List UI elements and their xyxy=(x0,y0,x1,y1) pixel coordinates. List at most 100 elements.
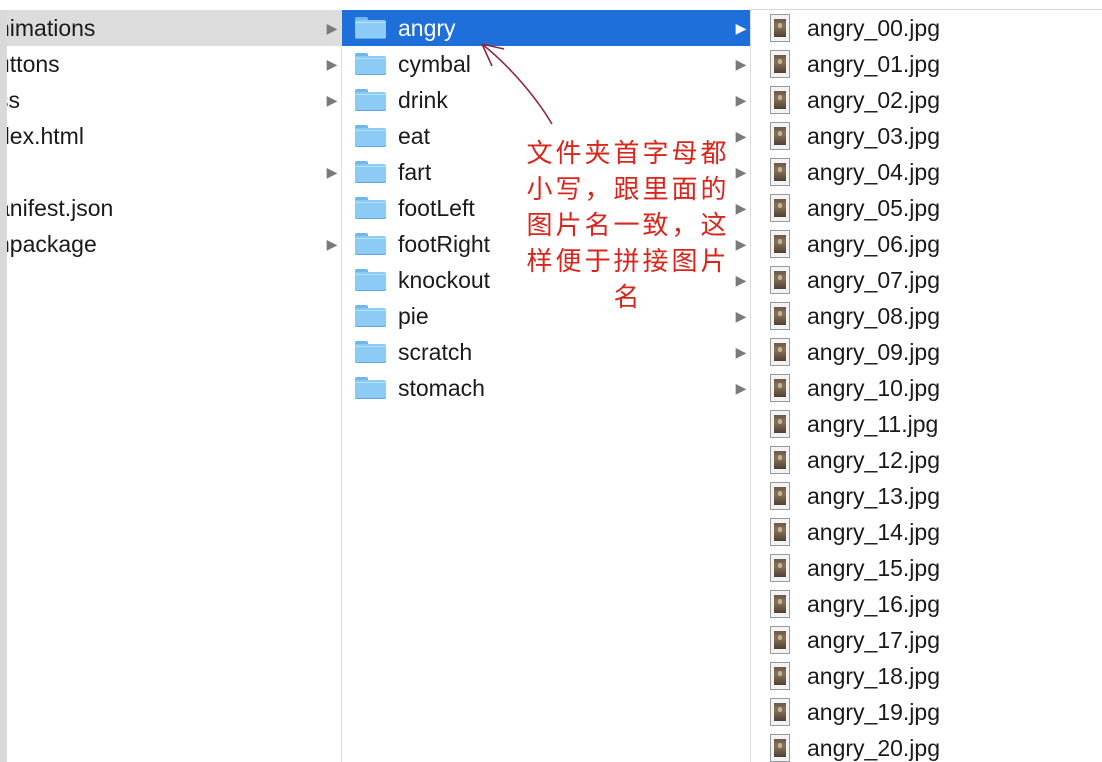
file-name: angry_07.jpg xyxy=(807,267,940,293)
file-name: angry_09.jpg xyxy=(807,339,940,365)
file-row[interactable]: angry_05.jpg xyxy=(751,190,1102,226)
column-angry[interactable]: angry_00.jpg angry_01.jpg angry_02.jpgangr… xyxy=(751,10,1102,762)
file-name: angry_02.jpg xyxy=(807,87,940,113)
item-label: pie xyxy=(398,303,429,329)
file-row[interactable]: angry_12.jpg xyxy=(751,442,1102,478)
list-item[interactable]: dex.html xyxy=(7,118,341,154)
file-name: angry_03.jpg xyxy=(807,123,940,149)
file-name: angry_14.jpg xyxy=(807,519,940,545)
file-row[interactable]: angry_11.jpg xyxy=(751,406,1102,442)
list-item[interactable]: ▶ xyxy=(7,154,341,190)
disclosure-arrow-icon: ▶ xyxy=(326,164,338,180)
disclosure-arrow-icon: ▶ xyxy=(735,380,747,396)
folder-icon xyxy=(355,341,386,363)
folder-icon xyxy=(355,377,386,399)
folder-icon xyxy=(355,161,386,183)
image-file-icon xyxy=(770,158,790,186)
image-file-icon xyxy=(770,86,790,114)
file-row[interactable]: angry_17.jpg xyxy=(751,622,1102,658)
file-row[interactable]: angry_18.jpg xyxy=(751,658,1102,694)
image-file-icon xyxy=(770,518,790,546)
image-file-icon xyxy=(770,122,790,150)
file-name: angry_06.jpg xyxy=(807,231,940,257)
item-label: dex.html xyxy=(7,123,84,149)
folder-row[interactable]: scratch ▶ xyxy=(342,334,750,370)
file-row[interactable]: angry_10.jpg xyxy=(751,370,1102,406)
file-row[interactable]: angry_20.jpg xyxy=(751,730,1102,762)
folder-icon xyxy=(355,17,386,39)
image-file-icon xyxy=(770,554,790,582)
disclosure-arrow-icon: ▶ xyxy=(326,92,338,108)
file-name: angry_15.jpg xyxy=(807,555,940,581)
file-row[interactable]: angry_15.jpg xyxy=(751,550,1102,586)
image-file-icon xyxy=(770,734,790,762)
file-row[interactable]: angry_14.jpg xyxy=(751,514,1102,550)
image-file-icon xyxy=(770,302,790,330)
file-row[interactable]: angry_13.jpg xyxy=(751,478,1102,514)
file-name: angry_11.jpg xyxy=(807,411,939,437)
image-file-icon xyxy=(770,230,790,258)
image-file-icon xyxy=(770,590,790,618)
file-row[interactable]: angry_06.jpg xyxy=(751,226,1102,262)
image-file-icon xyxy=(770,482,790,510)
annotation-line: 图片名一致，这 xyxy=(526,211,730,241)
image-file-icon xyxy=(770,338,790,366)
file-name: angry_01.jpg xyxy=(807,51,940,77)
item-label: eat xyxy=(398,123,430,149)
item-label: anifest.json xyxy=(7,195,114,221)
file-row[interactable]: angry_03.jpg xyxy=(751,118,1102,154)
folder-row[interactable]: stomach ▶ xyxy=(342,370,750,406)
disclosure-arrow-icon: ▶ xyxy=(326,20,338,36)
list-item[interactable]: anifest.json xyxy=(7,190,341,226)
disclosure-arrow-icon: ▶ xyxy=(735,56,747,72)
file-row[interactable]: angry_08.jpg xyxy=(751,298,1102,334)
file-name: angry_17.jpg xyxy=(807,627,940,653)
list-item[interactable]: npackage ▶ xyxy=(7,226,341,262)
image-file-icon xyxy=(770,266,790,294)
list-item[interactable]: nimations ▶ xyxy=(7,10,341,46)
item-label: stomach xyxy=(398,375,485,401)
annotation-note: 文件夹首字母都 小写，跟里面的 图片名一致，这 样便于拼接图片 名 xyxy=(518,136,738,316)
file-row[interactable]: angry_16.jpg xyxy=(751,586,1102,622)
item-label: angry xyxy=(398,15,456,41)
image-file-icon xyxy=(770,410,790,438)
item-label: cymbal xyxy=(398,51,471,77)
folder-icon xyxy=(355,305,386,327)
column-parent[interactable]: nimations ▶ uttons ▶ ss ▶ dex.html ▶ ani… xyxy=(7,10,341,762)
list-item[interactable]: ss ▶ xyxy=(7,82,341,118)
disclosure-arrow-icon: ▶ xyxy=(735,344,747,360)
annotation-line: 样便于拼接图片 xyxy=(526,247,730,277)
annotation-arrow-icon xyxy=(481,43,553,125)
file-name: angry_00.jpg xyxy=(807,15,940,41)
image-file-icon xyxy=(770,194,790,222)
item-label: scratch xyxy=(398,339,473,365)
file-name: angry_12.jpg xyxy=(807,447,940,473)
item-label: uttons xyxy=(7,51,60,77)
annotation-line: 文件夹首字母都 xyxy=(526,139,730,169)
folder-icon xyxy=(355,197,386,219)
file-row[interactable]: angry_01.jpg xyxy=(751,46,1102,82)
image-file-icon xyxy=(770,50,790,78)
folder-icon xyxy=(355,233,386,255)
folder-icon xyxy=(355,125,386,147)
file-row[interactable]: angry_07.jpg xyxy=(751,262,1102,298)
finder-window: nimations ▶ uttons ▶ ss ▶ dex.html ▶ ani… xyxy=(0,0,1102,762)
image-file-icon xyxy=(770,698,790,726)
folder-icon xyxy=(355,269,386,291)
disclosure-arrow-icon: ▶ xyxy=(735,20,747,36)
disclosure-arrow-icon: ▶ xyxy=(326,236,338,252)
file-name: angry_19.jpg xyxy=(807,699,940,725)
left-column-edge xyxy=(0,10,7,762)
file-row[interactable]: angry_02.jpg xyxy=(751,82,1102,118)
list-item[interactable]: uttons ▶ xyxy=(7,46,341,82)
item-label: npackage xyxy=(7,231,97,257)
file-name: angry_18.jpg xyxy=(807,663,940,689)
file-row[interactable]: angry_19.jpg xyxy=(751,694,1102,730)
file-name: angry_20.jpg xyxy=(807,735,940,761)
file-row[interactable]: angry_04.jpg xyxy=(751,154,1102,190)
item-label: knockout xyxy=(398,267,491,293)
file-name: angry_05.jpg xyxy=(807,195,940,221)
image-file-icon xyxy=(770,14,790,42)
file-row[interactable]: angry_09.jpg xyxy=(751,334,1102,370)
file-row[interactable]: angry_00.jpg xyxy=(751,10,1102,46)
